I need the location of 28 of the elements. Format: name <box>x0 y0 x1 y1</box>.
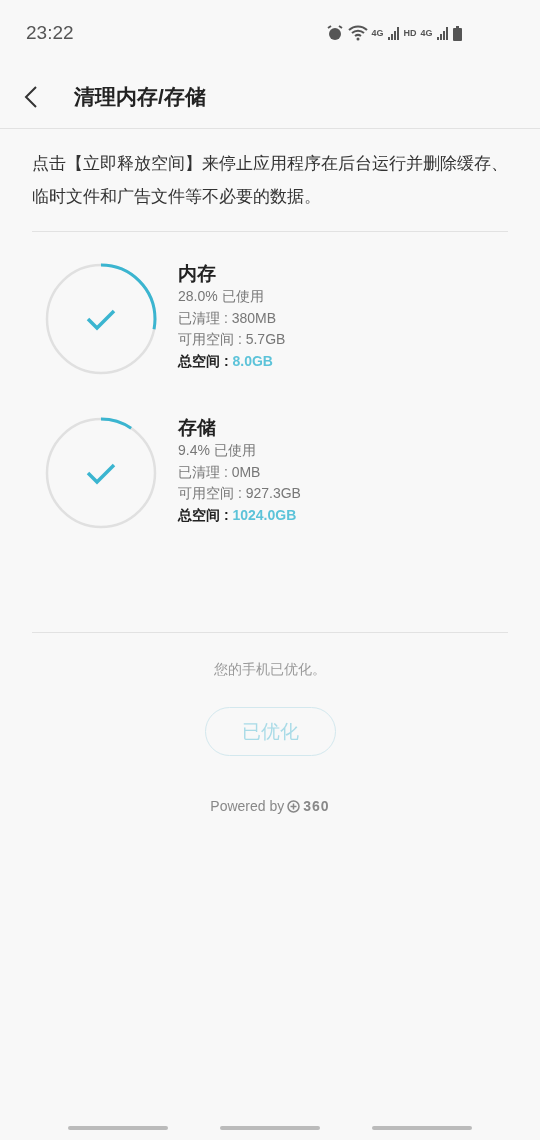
available-text: 可用空间 : 927.3GB <box>178 484 301 503</box>
page-title: 清理内存/存储 <box>74 84 206 110</box>
wifi-icon <box>347 25 368 41</box>
total-space-text: 总空间 : 1024.0GB <box>178 505 298 525</box>
used-text: 9.4% 已使用 <box>178 441 257 460</box>
signal-icon <box>436 26 449 40</box>
description-text: 点击【立即释放空间】来停止应用程序在后台运行并删除缓存、临时文件和广告文件等不必要的数据。 <box>32 129 508 232</box>
hd-label: HD <box>403 28 417 38</box>
network-label: 4G <box>420 28 433 38</box>
status-time: 23:22 <box>26 22 74 44</box>
cleaned-text: 已清理 : 380MB <box>178 308 278 328</box>
available-text: 可用空间 : 5.7GB <box>178 330 286 349</box>
brand-logo-icon <box>287 799 301 813</box>
total-space-text: 总空间 : 8.0GB <box>178 351 274 371</box>
nav-bar[interactable] <box>220 1126 320 1130</box>
signal-icon <box>387 26 400 40</box>
item-title: 存储 <box>178 416 217 440</box>
nav-bar[interactable] <box>68 1126 168 1130</box>
nav-bar[interactable] <box>372 1126 472 1130</box>
item-title: 内存 <box>178 262 217 286</box>
brand-name: 360 <box>303 798 330 814</box>
cleaned-text: 已清理 : 0MB <box>178 462 262 482</box>
status-message: 您的手机已优化。 <box>214 661 326 679</box>
network-label: 4G <box>371 28 384 38</box>
battery-icon <box>452 25 462 41</box>
used-text: 28.0% 已使用 <box>178 287 265 306</box>
alarm-icon <box>325 24 344 42</box>
powered-by-text: Powered by <box>210 798 285 814</box>
